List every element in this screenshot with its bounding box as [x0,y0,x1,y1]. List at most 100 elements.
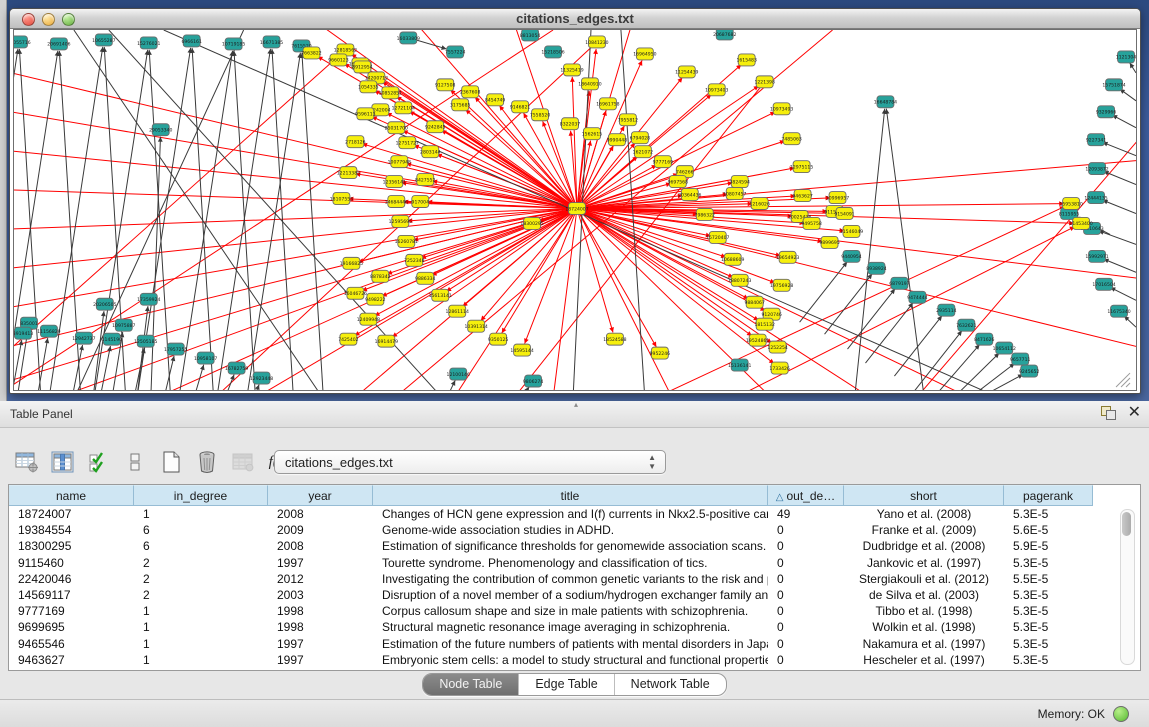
graph-node[interactable]: 1121304 [1116,51,1136,63]
cell-name[interactable]: 14569117 [9,587,134,603]
graph-node[interactable]: 12356141 [383,176,406,188]
graph-node[interactable]: 10973493 [770,103,793,115]
cell-name[interactable]: 22420046 [9,571,134,587]
graph-node[interactable]: 6966161 [181,35,201,47]
cell-pagerank[interactable]: 5.9E-5 [1004,538,1093,554]
create-new-table-icon[interactable] [158,449,184,475]
graph-node[interactable]: 10655287 [92,34,115,46]
column-header-out_de[interactable]: △out_de… [768,485,844,506]
table-row[interactable]: 1938455462009Genome-wide association stu… [9,522,1093,538]
cell-title[interactable]: Disruption of a novel member of a sodium… [373,587,768,603]
graph-node[interactable]: 10807457 [723,188,746,200]
cell-title[interactable]: Corpus callosum shape and size in male p… [373,603,768,619]
graph-node[interactable]: 9463627 [792,190,812,202]
graph-node[interactable]: 2935114 [936,304,956,316]
graph-node[interactable]: 1252254 [767,341,787,353]
graph-node[interactable]: 12409948 [357,313,380,325]
graph-node[interactable]: 7955812 [618,114,638,126]
cell-year[interactable]: 1997 [268,555,373,571]
graph-node[interactable]: 16648784 [874,96,897,108]
graph-node[interactable]: 17016504 [1092,278,1115,290]
cell-pagerank[interactable]: 5.5E-5 [1004,571,1093,587]
graph-node[interactable]: 15992971 [1085,250,1108,262]
cell-pagerank[interactable]: 5.3E-5 [1004,636,1093,652]
table-row[interactable]: 969969511998Structural magnetic resonanc… [9,619,1093,635]
graph-node[interactable]: 12861114 [446,305,469,317]
cell-out_de[interactable]: 0 [768,603,844,619]
graph-node[interactable]: 29053340 [149,124,172,136]
cell-short[interactable]: Tibbo et al. (1998) [844,603,1004,619]
graph-node[interactable]: 20206505 [93,298,116,310]
cell-name[interactable]: 9115460 [9,555,134,571]
cell-year[interactable]: 1998 [268,619,373,635]
graph-node[interactable]: 16260781 [395,235,418,247]
cell-name[interactable]: 9777169 [9,603,134,619]
checkbox-list-icon[interactable] [122,449,148,475]
graph-node[interactable]: 10077948 [388,156,411,168]
column-header-pagerank[interactable]: pagerank [1004,485,1093,506]
graph-node[interactable]: 2803144 [420,146,440,158]
cell-short[interactable]: de Silva et al. (2003) [844,587,1004,603]
graph-node[interactable]: 10975887 [112,319,135,331]
graph-node[interactable]: 19756928 [770,279,793,291]
graph-node[interactable]: 12100146 [447,368,470,380]
cell-in_degree[interactable]: 2 [134,555,268,571]
graph-node[interactable]: 17957255 [164,343,187,355]
graph-node[interactable]: 8813054 [520,30,540,41]
graph-node[interactable]: 18640910 [578,78,601,90]
cell-pagerank[interactable]: 5.3E-5 [1004,619,1093,635]
graph-node[interactable]: 15136141 [728,359,751,371]
graph-node[interactable]: 8878342 [370,270,390,282]
cell-short[interactable]: Jankovic et al. (1997) [844,555,1004,571]
graph-node[interactable]: 1054335 [358,81,378,93]
network-window-titlebar[interactable]: citations_edges.txt [10,9,1140,29]
graph-node[interactable]: 12595695 [389,215,412,227]
graph-node[interactable]: 9777169 [653,156,673,168]
table-row[interactable]: 946362711997Embryonic stem cells: a mode… [9,652,1093,668]
cell-year[interactable]: 2009 [268,522,373,538]
graph-node[interactable]: 14595144 [510,344,533,356]
table-row[interactable]: 977716911998Corpus callosum shape and si… [9,603,1093,619]
graph-node[interactable]: 9329966 [1096,106,1116,118]
table-row[interactable]: 1830029562008Estimation of significance … [9,538,1093,554]
show-column-icon[interactable] [50,449,76,475]
graph-node[interactable]: 9697568 [668,176,688,188]
graph-node[interactable]: 8454749 [485,94,505,106]
graph-node[interactable]: 2367608 [460,86,480,98]
cell-pagerank[interactable]: 5.3E-5 [1004,555,1093,571]
graph-node[interactable]: 7485063 [781,133,801,145]
graph-node[interactable]: 15276021 [137,37,160,49]
cell-year[interactable]: 2003 [268,587,373,603]
import-table-icon[interactable] [230,449,256,475]
graph-node[interactable]: 9154091 [834,208,854,220]
cell-title[interactable]: Investigating the contribution of common… [373,571,768,587]
cell-name[interactable]: 18724007 [9,506,134,522]
graph-node[interactable]: 15751874 [1102,79,1125,91]
table-column-functions-icon[interactable] [14,449,40,475]
cell-in_degree[interactable]: 2 [134,571,268,587]
cell-out_de[interactable]: 0 [768,587,844,603]
table-row[interactable]: 946554611997Estimation of the future num… [9,636,1093,652]
cell-pagerank[interactable]: 5.3E-5 [1004,506,1093,522]
graph-node[interactable]: 9495758 [801,217,821,229]
graph-node[interactable]: 16046726 [344,287,367,299]
cell-title[interactable]: Structural magnetic resonance image aver… [373,619,768,635]
graph-node[interactable]: 7558520 [530,109,550,121]
column-header-name[interactable]: name [9,485,134,506]
graph-node[interactable]: 1621072 [633,146,653,158]
graph-node[interactable]: 8471626 [974,333,994,345]
graph-node[interactable]: 7663822 [301,47,321,59]
graph-node[interactable]: 16914479 [375,335,398,347]
cell-title[interactable]: Changes of HCN gene expression and I(f) … [373,506,768,522]
graph-node[interactable]: 9596113 [355,108,375,120]
graph-node[interactable]: 10391314 [465,320,488,332]
graph-node[interactable]: 9146821 [510,101,530,113]
graph-node[interactable]: 12942737 [72,332,95,344]
cell-name[interactable]: 9699695 [9,619,134,635]
graph-node[interactable]: 10852851 [379,87,402,99]
graph-node[interactable]: 11156829 [37,325,60,337]
cell-out_de[interactable]: 0 [768,619,844,635]
cell-short[interactable]: Franke et al. (2009) [844,522,1004,538]
graph-node[interactable]: 6879197 [889,277,909,289]
tab-edge-table[interactable]: Edge Table [519,674,614,695]
